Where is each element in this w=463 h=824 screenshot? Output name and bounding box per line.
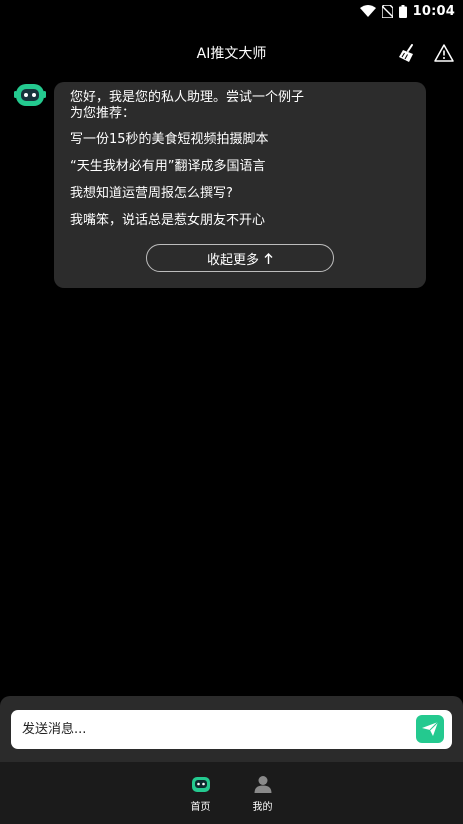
greeting-text: 您好，我是您的私人助理。尝试一个例子 为您推荐： xyxy=(70,90,410,122)
suggestion-item[interactable]: 我想知道运营周报怎么撰写? xyxy=(70,186,410,202)
composer-panel xyxy=(0,696,463,762)
collapse-more-label: 收起更多 xyxy=(206,252,259,268)
header-actions xyxy=(397,42,455,64)
greeting-line-1: 您好，我是您的私人助理。尝试一个例子 xyxy=(70,90,305,105)
suggestion-item[interactable]: “天生我材必有用”翻译成多国语言 xyxy=(70,159,410,175)
message-input-box xyxy=(11,710,452,749)
status-bar: 10:04 xyxy=(0,0,463,22)
warning-icon[interactable] xyxy=(433,42,455,64)
clear-chat-broom-icon[interactable] xyxy=(397,42,419,64)
assistant-avatar-robot-icon xyxy=(14,80,46,108)
tab-profile[interactable]: 我的 xyxy=(243,774,283,824)
suggestion-item[interactable]: 写一份15秒的美食短视频拍摄脚本 xyxy=(70,132,410,148)
suggestion-item[interactable]: 我嘴笨，说话总是惹女朋友不开心 xyxy=(70,213,410,229)
robot-icon xyxy=(190,774,212,794)
arrow-up-icon xyxy=(264,252,273,264)
app-header: AI推文大师 xyxy=(0,36,463,70)
user-icon xyxy=(252,774,274,794)
suggestion-list: 写一份15秒的美食短视频拍摄脚本 “天生我材必有用”翻译成多国语言 我想知道运营… xyxy=(70,132,410,229)
no-sim-icon xyxy=(381,4,393,18)
page-title: AI推文大师 xyxy=(196,46,267,62)
assistant-message-bubble: 您好，我是您的私人助理。尝试一个例子 为您推荐： 写一份15秒的美食短视频拍摄脚… xyxy=(54,82,426,288)
tab-home-label: 首页 xyxy=(190,802,211,813)
collapse-more-button[interactable]: 收起更多 xyxy=(146,244,334,272)
send-icon xyxy=(422,722,438,736)
battery-icon xyxy=(398,4,407,18)
status-time: 10:04 xyxy=(412,3,455,19)
tab-profile-label: 我的 xyxy=(252,802,273,813)
greeting-line-2: 为您推荐： xyxy=(70,106,136,121)
bottom-tab-bar: 首页 我的 xyxy=(0,762,463,824)
tab-home[interactable]: 首页 xyxy=(181,774,221,824)
message-input[interactable] xyxy=(22,722,402,737)
send-button[interactable] xyxy=(416,715,444,743)
wifi-icon xyxy=(359,5,376,17)
